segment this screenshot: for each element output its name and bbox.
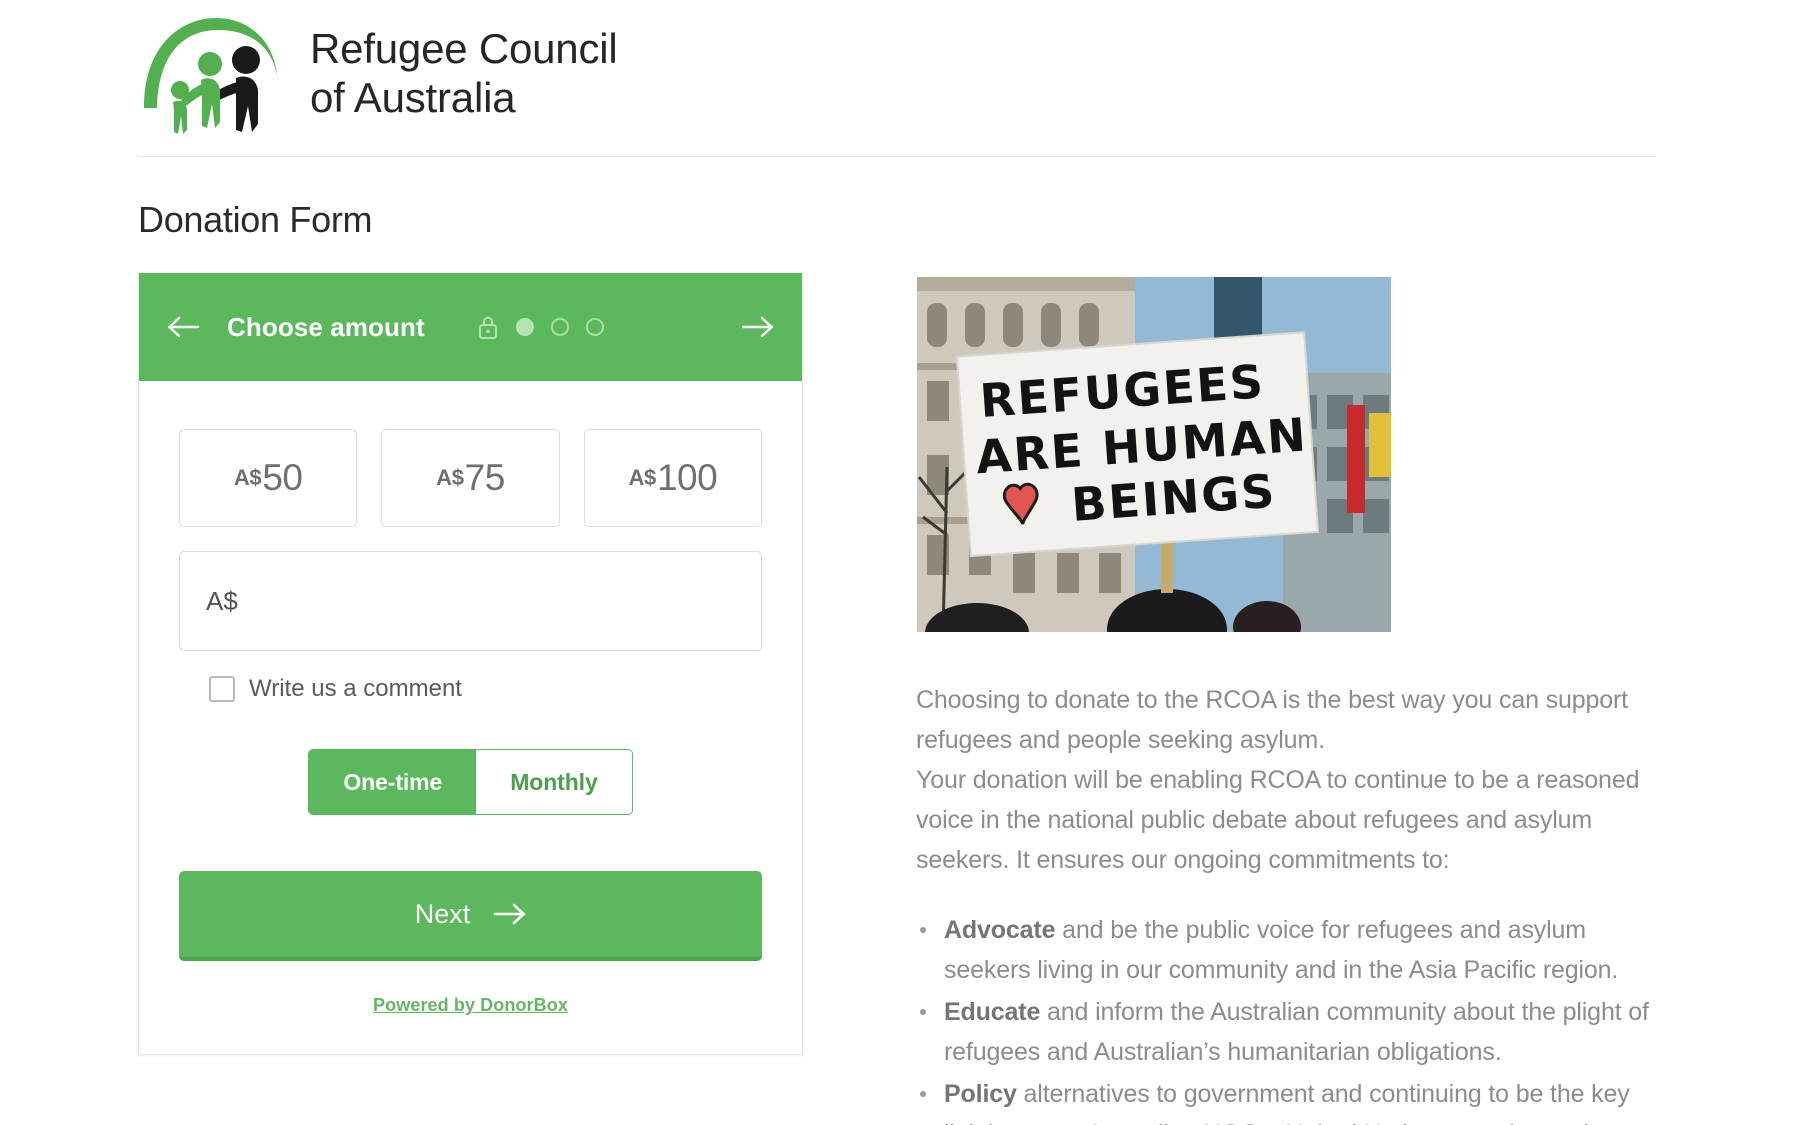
promo-paragraph-1: Choosing to donate to the RCOA is the be… — [916, 686, 1628, 754]
step-title: Choose amount — [227, 311, 425, 342]
amount-option-1[interactable]: A$ 50 — [179, 429, 358, 527]
frequency-toggle[interactable]: One-time Monthly — [308, 749, 633, 815]
powered-by-donorbox-link[interactable]: Powered by DonorBox — [373, 995, 568, 1015]
promo-paragraphs: Choosing to donate to the RCOA is the be… — [916, 680, 1656, 880]
amount-currency: A$ — [436, 465, 464, 490]
donation-form-column: Choose amount A$ 50 A$ 75 A$ 100 A$ Writ… — [138, 273, 806, 1055]
page-title: Donation Form — [138, 199, 373, 240]
site-header: Refugee Council of Australia — [138, 0, 1656, 157]
amount-option-2[interactable]: A$ 75 — [381, 429, 560, 527]
frequency-row: One-time Monthly — [179, 749, 762, 815]
frequency-option-monthly[interactable]: Monthly — [476, 750, 632, 814]
arrow-right-icon — [493, 903, 526, 925]
commitments-list: Advocate and be the public voice for ref… — [916, 910, 1656, 1125]
commitment-rest: alternatives to government and continuin… — [944, 1080, 1630, 1125]
form-body: A$ 50 A$ 75 A$ 100 A$ Write us a comment… — [139, 381, 802, 1054]
logo-row: Refugee Council of Australia — [138, 6, 1656, 146]
form-step-header: Choose amount — [139, 273, 802, 381]
amount-option-3[interactable]: A$ 100 — [583, 429, 762, 527]
list-item: Policy alternatives to government and co… — [916, 1074, 1656, 1125]
arrow-left-icon — [167, 316, 200, 338]
arrow-right-icon — [741, 316, 774, 338]
step-indicator — [477, 314, 604, 340]
lock-icon — [478, 316, 497, 339]
header-next-button[interactable] — [740, 314, 774, 340]
list-item: Advocate and be the public voice for ref… — [916, 910, 1656, 990]
write-comment-checkbox[interactable] — [209, 676, 235, 702]
custom-amount-currency: A$ — [206, 585, 238, 616]
promo-paragraph-2: Your donation will be enabling RCOA to c… — [916, 766, 1640, 874]
brand-name-line1: Refugee Council — [310, 24, 618, 72]
comment-checkbox-row[interactable]: Write us a comment — [179, 675, 762, 703]
donation-page: Refugee Council of Australia Donation Fo… — [0, 0, 1800, 1125]
commitment-lead: Policy — [944, 1080, 1017, 1108]
commitment-lead: Advocate — [944, 916, 1056, 944]
amount-value: 50 — [262, 457, 303, 498]
custom-amount-field[interactable]: A$ — [179, 551, 762, 651]
commitment-rest: and inform the Australian community abou… — [944, 998, 1649, 1066]
step-dot-1[interactable] — [515, 318, 534, 336]
amount-currency: A$ — [233, 465, 262, 490]
back-button[interactable] — [167, 314, 223, 340]
refugee-council-logo-icon — [138, 12, 288, 140]
write-comment-label[interactable]: Write us a comment — [249, 675, 462, 703]
amount-value: 100 — [656, 457, 718, 498]
frequency-option-one-time[interactable]: One-time — [309, 750, 477, 814]
amount-currency: A$ — [628, 465, 656, 490]
protest-sign-image: REFUGEES ARE HUMAN BEINGS — [917, 277, 1391, 632]
step-dot-3[interactable] — [585, 318, 604, 336]
next-button-label: Next — [414, 898, 471, 929]
commitment-lead: Educate — [944, 998, 1041, 1026]
amount-value: 75 — [464, 457, 506, 498]
content-columns: Choose amount A$ 50 A$ 75 A$ 100 A$ Writ… — [138, 273, 1662, 1125]
custom-amount-input[interactable] — [243, 585, 735, 617]
brand-name-line2: of Australia — [310, 74, 516, 121]
next-button[interactable]: Next — [179, 871, 762, 961]
brand-name: Refugee Council of Australia — [310, 24, 618, 128]
promo-image-wrap: REFUGEES ARE HUMAN BEINGS — [916, 277, 1656, 632]
donation-form-card: Choose amount A$ 50 A$ 75 A$ 100 A$ Writ… — [138, 273, 803, 1055]
powered-by-row: Powered by DonorBox — [179, 995, 762, 1054]
preset-amounts: A$ 50 A$ 75 A$ 100 — [179, 429, 762, 527]
promo-column: REFUGEES ARE HUMAN BEINGS Choosing to do… — [916, 273, 1656, 1125]
step-dot-2[interactable] — [550, 318, 569, 336]
list-item: Educate and inform the Australian commun… — [916, 992, 1656, 1072]
